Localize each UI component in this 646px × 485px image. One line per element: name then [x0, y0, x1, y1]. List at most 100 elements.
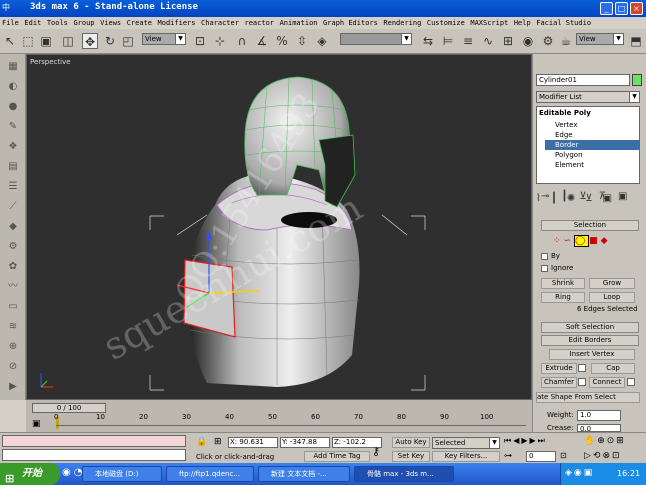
- ime-indicator[interactable]: 中: [2, 2, 10, 13]
- time-config-icon[interactable]: ⊡: [560, 451, 567, 460]
- menu-facial-studio[interactable]: Facial Studio: [536, 17, 591, 29]
- reactor-icon-11[interactable]: ✿: [5, 260, 21, 274]
- lock-icon[interactable]: 🔒: [196, 437, 207, 447]
- task-3dsmax[interactable]: 骨骼 max - 3ds m...: [354, 466, 454, 482]
- key-icon[interactable]: ⚷: [372, 445, 380, 458]
- rotate-icon[interactable]: ↻: [102, 33, 118, 49]
- weight-spinner[interactable]: 1.0: [577, 410, 621, 421]
- reactor-icon-15[interactable]: ⊕: [5, 340, 21, 354]
- render-type-dropdown[interactable]: View ▼: [576, 33, 624, 45]
- object-color-swatch[interactable]: [632, 74, 642, 86]
- task-ftp[interactable]: ftp://ftp1.qdenc...: [166, 466, 254, 482]
- minimize-button[interactable]: _: [600, 2, 613, 15]
- subobject-icons[interactable]: ⁘∽◯■◆: [553, 235, 611, 247]
- close-button[interactable]: ×: [630, 2, 643, 15]
- object-name-field[interactable]: Cylinder01: [536, 74, 630, 86]
- spinner-snap-icon[interactable]: ⇳: [294, 33, 310, 49]
- align-icon[interactable]: ⊨: [440, 33, 456, 49]
- track-bar-menu-icon[interactable]: ▣: [32, 419, 42, 429]
- soft-selection-rollout-header[interactable]: Soft Selection: [541, 322, 639, 333]
- modifier-list-dropdown[interactable]: Modifier List ▼: [536, 91, 640, 103]
- time-slider-thumb[interactable]: 0 / 100: [32, 403, 106, 413]
- by-checkbox[interactable]: [541, 253, 548, 260]
- window-crossing-icon[interactable]: ◫: [60, 33, 76, 49]
- reactor-icon-10[interactable]: ⚙: [5, 240, 21, 254]
- crease-spinner[interactable]: 0.0: [577, 424, 621, 432]
- y-coordinate-field[interactable]: Y: -347.88: [280, 437, 330, 448]
- menu-rendering[interactable]: Rendering: [383, 17, 421, 29]
- grow-button[interactable]: Grow: [589, 278, 635, 289]
- select-region-icon[interactable]: ▣: [38, 33, 54, 49]
- x-coordinate-field[interactable]: X: 90.631: [228, 437, 278, 448]
- viewport-nav-controls-2[interactable]: ▷⟲⊗⊡: [584, 451, 622, 461]
- tray-icons[interactable]: ◈◉▣: [565, 468, 594, 478]
- layer-icon[interactable]: ≡: [460, 33, 476, 49]
- menu-graph-editors[interactable]: Graph Editors: [323, 17, 378, 29]
- ignore-checkbox[interactable]: [541, 265, 548, 272]
- named-selection-dropdown[interactable]: ▼: [340, 33, 412, 45]
- named-selection-icon[interactable]: ◈: [314, 33, 330, 49]
- menu-group[interactable]: Group: [73, 17, 94, 29]
- cap-button[interactable]: Cap: [591, 363, 635, 374]
- maxscript-input[interactable]: [2, 449, 186, 461]
- menu-tools[interactable]: Tools: [47, 17, 68, 29]
- stack-item-edge[interactable]: Edge: [555, 131, 573, 139]
- reactor-icon-9[interactable]: ◆: [5, 220, 21, 234]
- stack-item-polygon[interactable]: Polygon: [555, 151, 583, 159]
- ring-button[interactable]: Ring: [541, 292, 585, 303]
- reactor-icon-6[interactable]: ▤: [5, 160, 21, 174]
- maxscript-listener[interactable]: [2, 435, 186, 447]
- chamfer-button[interactable]: Chamfer: [541, 377, 577, 388]
- snap-icon[interactable]: ∩: [234, 33, 250, 49]
- menu-views[interactable]: Views: [100, 17, 121, 29]
- select-by-name-icon[interactable]: ⬚: [20, 33, 36, 49]
- stack-item-editable-poly[interactable]: Editable Poly: [539, 109, 591, 117]
- stack-item-border[interactable]: Border: [555, 141, 578, 149]
- reference-coord-dropdown[interactable]: View ▼: [142, 33, 186, 45]
- reactor-icon-3[interactable]: ●: [5, 100, 21, 114]
- reactor-icon-16[interactable]: ⊘: [5, 360, 21, 374]
- reactor-icon-4[interactable]: ✎: [5, 120, 21, 134]
- render-last-icon[interactable]: ⬒: [628, 33, 644, 49]
- stack-item-element[interactable]: Element: [555, 161, 584, 169]
- mirror-icon[interactable]: ⇆: [420, 33, 436, 49]
- reactor-icon-1[interactable]: ▦: [5, 60, 21, 74]
- maximize-button[interactable]: □: [615, 2, 628, 15]
- schematic-icon[interactable]: ⊞: [500, 33, 516, 49]
- key-mode-toggle-icon[interactable]: ⊶: [504, 451, 512, 460]
- panel-tabs[interactable]: ⌇┃✺⊻▣: [536, 193, 644, 207]
- menu-create[interactable]: Create: [127, 17, 152, 29]
- render-scene-icon[interactable]: ⚙: [540, 33, 556, 49]
- create-shape-button[interactable]: ate Shape From Select: [536, 392, 640, 403]
- shrink-button[interactable]: Shrink: [541, 278, 585, 289]
- current-frame-field[interactable]: 0: [526, 451, 556, 462]
- menu-help[interactable]: Help: [514, 17, 531, 29]
- task-notepad[interactable]: 新建 文本文档 -...: [258, 466, 350, 482]
- reactor-icon-12[interactable]: 〰: [5, 280, 21, 294]
- menu-maxscript[interactable]: MAXScript: [470, 17, 508, 29]
- loop-button[interactable]: Loop: [589, 292, 635, 303]
- key-mode-dropdown[interactable]: Selected ▼: [432, 437, 500, 449]
- reactor-icon-17[interactable]: ▶: [5, 380, 21, 394]
- key-filters-button[interactable]: Key Filters...: [432, 451, 500, 462]
- reactor-icon-2[interactable]: ◐: [5, 80, 21, 94]
- border-subobject-icon[interactable]: ◯: [574, 235, 590, 247]
- curve-editor-icon[interactable]: ∿: [480, 33, 496, 49]
- menu-reactor[interactable]: reactor: [245, 17, 275, 29]
- connect-button[interactable]: Connect: [589, 377, 625, 388]
- angle-snap-icon[interactable]: ∡: [254, 33, 270, 49]
- menu-modifiers[interactable]: Modifiers: [158, 17, 196, 29]
- scale-icon[interactable]: ◰: [120, 33, 136, 49]
- menu-character[interactable]: Character: [201, 17, 239, 29]
- auto-key-button[interactable]: Auto Key: [392, 437, 430, 448]
- move-icon[interactable]: ✥: [82, 33, 98, 49]
- set-key-button[interactable]: Set Key: [392, 451, 430, 462]
- chamfer-settings-button[interactable]: [578, 378, 586, 386]
- reactor-icon-7[interactable]: ☰: [5, 180, 21, 194]
- menu-edit[interactable]: Edit: [24, 17, 41, 29]
- playback-controls[interactable]: ⏮◀▶▶⏭: [504, 436, 547, 446]
- reactor-icon-5[interactable]: ❖: [5, 140, 21, 154]
- viewport-nav-controls[interactable]: ✋⊕⊙⊞: [584, 436, 626, 446]
- insert-vertex-button[interactable]: Insert Vertex: [549, 349, 635, 360]
- selection-rollout-header[interactable]: Selection: [541, 220, 639, 231]
